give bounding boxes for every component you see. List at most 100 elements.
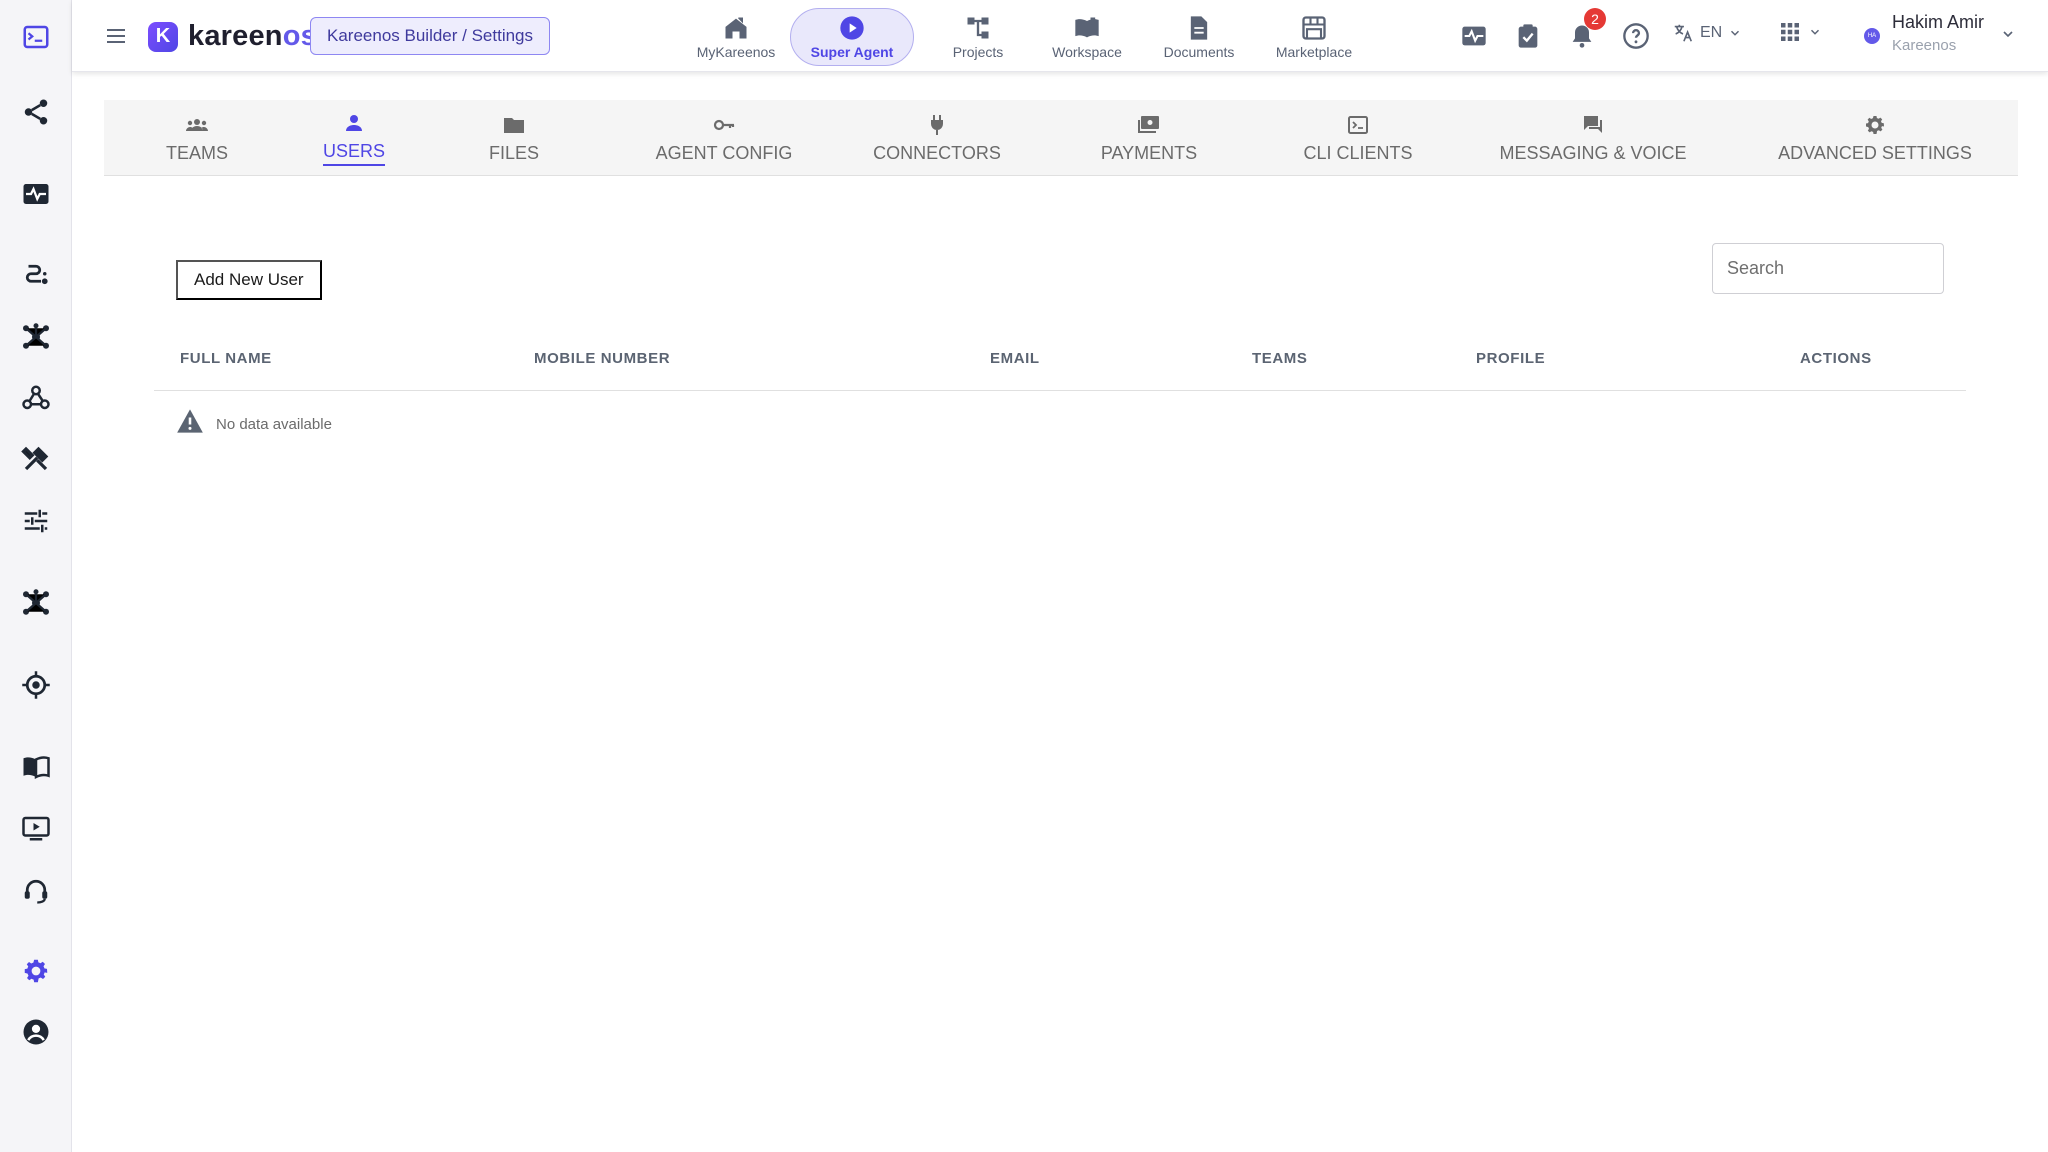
- nav-marketplace[interactable]: Marketplace: [1252, 8, 1376, 66]
- monitor-heartbeat-icon[interactable]: [0, 170, 72, 218]
- book-icon[interactable]: [0, 743, 72, 791]
- search-input[interactable]: [1712, 243, 1944, 294]
- tab-label: ADVANCED SETTINGS: [1778, 142, 1972, 163]
- column-header-profile[interactable]: PROFILE: [1476, 350, 1545, 367]
- empty-state-text: No data available: [216, 416, 332, 433]
- column-header-full-name[interactable]: FULL NAME: [180, 350, 272, 367]
- logo-mark: K: [148, 21, 178, 52]
- settings-panel: TEAMS USERS FILES AGENT CONFIG CONNECTOR…: [104, 100, 2018, 1152]
- support-agent-icon[interactable]: [0, 866, 72, 914]
- task-check-icon[interactable]: [1510, 18, 1546, 54]
- tab-label: USERS: [322, 141, 385, 166]
- user-menu[interactable]: HA Hakim Amir Kareenos: [1864, 12, 2014, 60]
- share-icon[interactable]: [0, 88, 72, 136]
- tab-label: TEAMS: [165, 142, 228, 163]
- tab-messaging-voice[interactable]: MESSAGING & VOICE: [1499, 100, 1687, 176]
- notification-badge: 2: [1584, 8, 1606, 30]
- plug-icon: [931, 114, 943, 135]
- person-icon: [346, 114, 362, 131]
- nav-label: Super Agent: [810, 44, 894, 60]
- tab-payments[interactable]: PAYMENTS: [1084, 100, 1214, 176]
- top-bar: K kareenos Kareenos Builder / Settings M…: [72, 0, 2048, 72]
- tab-label: PAYMENTS: [1100, 142, 1198, 163]
- nav-documents[interactable]: Documents: [1142, 8, 1256, 66]
- folder-icon: [504, 117, 524, 133]
- gear-icon[interactable]: [0, 947, 72, 995]
- monitor-heartbeat-icon[interactable]: [1456, 18, 1492, 54]
- tab-label: CLI CLIENTS: [1303, 142, 1413, 163]
- document-icon: [1190, 16, 1208, 40]
- tab-agent-config[interactable]: AGENT CONFIG: [636, 100, 812, 176]
- terminal-icon: [1348, 115, 1368, 134]
- store-icon: [1302, 16, 1326, 40]
- tab-teams[interactable]: TEAMS: [144, 100, 250, 176]
- tab-label: AGENT CONFIG: [655, 142, 793, 163]
- gear-icon: [1866, 115, 1884, 134]
- add-new-user-button[interactable]: Add New User: [176, 260, 322, 300]
- nav-label: Marketplace: [1275, 44, 1353, 60]
- nav-label: MyKareenos: [696, 44, 776, 60]
- hub-icon[interactable]: [0, 313, 72, 361]
- notifications-button[interactable]: 2: [1564, 8, 1606, 54]
- route-icon[interactable]: [0, 251, 72, 299]
- hierarchy-icon: [967, 17, 989, 39]
- nav-label: Workspace: [1052, 44, 1122, 60]
- app-logo[interactable]: K kareenos: [148, 20, 317, 53]
- apps-grid-icon: [1781, 23, 1799, 41]
- home-icon: [725, 17, 747, 39]
- column-header-teams[interactable]: TEAMS: [1252, 350, 1308, 367]
- key-icon: [713, 119, 735, 130]
- chevron-down-icon: [2003, 31, 2013, 38]
- tab-connectors[interactable]: CONNECTORS: [866, 100, 1008, 176]
- language-selector[interactable]: EN: [1672, 22, 1742, 44]
- nav-projects[interactable]: Projects: [928, 8, 1028, 66]
- tab-users[interactable]: USERS: [312, 100, 396, 176]
- nav-label: Documents: [1163, 44, 1235, 60]
- target-icon[interactable]: [0, 661, 72, 709]
- settings-tabs: TEAMS USERS FILES AGENT CONFIG CONNECTOR…: [104, 100, 2018, 176]
- webhook-icon[interactable]: [0, 374, 72, 422]
- video-icon[interactable]: [0, 804, 72, 852]
- column-header-actions: ACTIONS: [1800, 350, 1872, 367]
- user-name: Hakim Amir: [1892, 12, 1985, 32]
- column-header-mobile-number[interactable]: MOBILE NUMBER: [534, 350, 670, 367]
- nav-label: Projects: [952, 44, 1004, 60]
- chevron-down-icon: [1731, 30, 1740, 36]
- hamburger-menu-icon[interactable]: [100, 20, 132, 52]
- nav-workspace[interactable]: Workspace: [1032, 8, 1142, 66]
- nav-mykareenos[interactable]: MyKareenos: [678, 8, 794, 66]
- table-header: FULL NAME MOBILE NUMBER EMAIL TEAMS PROF…: [154, 320, 1966, 391]
- translate-icon: [1674, 24, 1693, 42]
- brand-name: kareenos: [188, 20, 317, 53]
- chevron-down-icon: [1810, 29, 1820, 35]
- open-book-icon: [1075, 17, 1099, 38]
- chat-icon: [1584, 115, 1602, 133]
- tab-label: FILES: [488, 142, 540, 163]
- tools-icon[interactable]: [0, 435, 72, 483]
- avatar: HA: [1864, 28, 1880, 44]
- help-icon[interactable]: [1618, 18, 1654, 54]
- users-table: FULL NAME MOBILE NUMBER EMAIL TEAMS PROF…: [154, 320, 1966, 455]
- tab-advanced-settings[interactable]: ADVANCED SETTINGS: [1776, 100, 1974, 176]
- console-icon[interactable]: [0, 13, 72, 61]
- hub-icon[interactable]: [0, 579, 72, 627]
- warning-icon: [177, 409, 203, 433]
- language-label: EN: [1700, 24, 1723, 41]
- brand-main: kareen: [188, 20, 283, 52]
- apps-menu-button[interactable]: [1778, 20, 1822, 44]
- tune-icon[interactable]: [0, 497, 72, 545]
- nav-super-agent[interactable]: Super Agent: [790, 8, 914, 66]
- user-org: Kareenos: [1892, 37, 1957, 54]
- breadcrumb[interactable]: Kareenos Builder / Settings: [310, 17, 551, 55]
- left-rail: [0, 0, 72, 1152]
- empty-state-row: No data available: [154, 391, 1966, 455]
- groups-icon: [186, 118, 208, 131]
- tab-label: MESSAGING & VOICE: [1499, 142, 1687, 163]
- tab-label: CONNECTORS: [873, 142, 1001, 163]
- column-header-email[interactable]: EMAIL: [990, 350, 1040, 367]
- account-circle-icon[interactable]: [0, 1008, 72, 1056]
- tab-cli-clients[interactable]: CLI CLIENTS: [1288, 100, 1428, 176]
- tab-files[interactable]: FILES: [476, 100, 552, 176]
- play-circle-icon: [840, 16, 864, 40]
- payments-icon: [1138, 115, 1159, 133]
